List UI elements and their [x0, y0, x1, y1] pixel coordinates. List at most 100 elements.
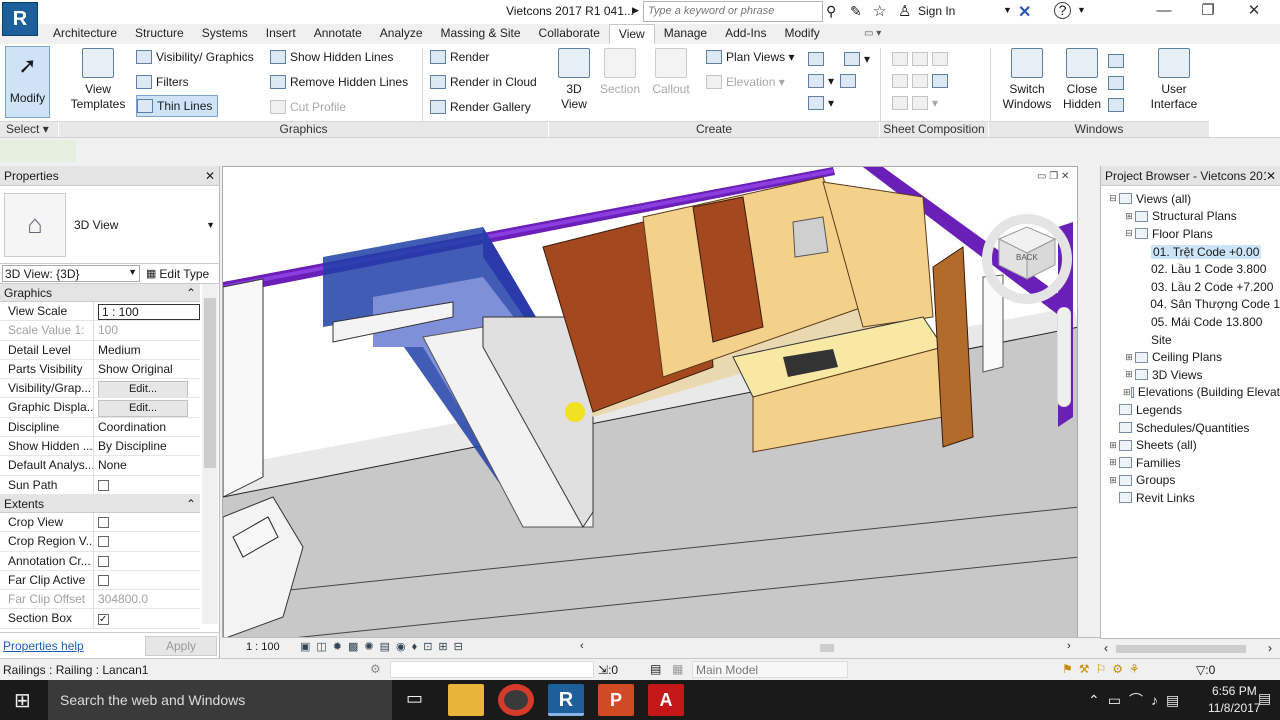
tab-annotate[interactable]: Annotate	[305, 24, 371, 44]
switch-windows-button[interactable]: Switch Windows	[1000, 48, 1054, 112]
favorites-star-icon[interactable]: ☆	[873, 2, 886, 20]
help-icon[interactable]: ?	[1054, 2, 1071, 19]
apply-button[interactable]: Apply	[144, 635, 217, 656]
tab-modify[interactable]: Modify	[775, 24, 828, 44]
clock-date[interactable]: 11/8/2017	[1208, 701, 1261, 715]
browser-tree-item[interactable]: ⊞ Ceiling Plans	[1101, 348, 1280, 366]
browser-tree-item[interactable]: ⊞ Groups	[1101, 472, 1280, 490]
navigation-bar[interactable]	[1057, 307, 1071, 407]
property-row[interactable]: Visibility/Grap... Edit...	[0, 379, 200, 399]
close-properties-icon[interactable]: ✕	[205, 169, 215, 183]
visibility-graphics-button[interactable]: Visibility/ Graphics	[136, 46, 266, 68]
design-options-dropdown[interactable]: Main Model	[692, 661, 848, 678]
close-window-button[interactable]: ✕	[1232, 0, 1276, 24]
search-input[interactable]: Type a keyword or phrase	[643, 1, 823, 22]
close-browser-icon[interactable]: ✕	[1266, 169, 1276, 183]
sheet-icon[interactable]	[892, 52, 908, 66]
section-button[interactable]: Section	[598, 48, 642, 97]
property-row[interactable]: Far Clip Active	[0, 570, 200, 591]
viewports-icon[interactable]	[912, 96, 928, 110]
subscription-icon[interactable]: ✎	[850, 3, 862, 20]
property-edit-button[interactable]: Edit...	[98, 381, 188, 398]
property-row[interactable]: Parts Visibility Show Original	[0, 359, 200, 380]
guide-grid-icon[interactable]	[912, 74, 928, 88]
viewcube-back-label[interactable]: BACK	[1016, 253, 1038, 262]
show-hidden-lines-button[interactable]: Show Hidden Lines	[270, 46, 420, 68]
browser-tree-item[interactable]: 03. Lầu 2 Code +7.200	[1101, 278, 1280, 296]
system-tray-icons[interactable]: ⌃▭⌒♪▤	[1088, 690, 1187, 710]
windows-start-icon[interactable]: ⊞	[14, 688, 31, 713]
property-edit-button[interactable]: Edit...	[98, 400, 188, 417]
tab-add-ins[interactable]: Add-Ins	[716, 24, 775, 44]
sign-in-dropdown-icon[interactable]: ▼	[1003, 5, 1012, 15]
autocad-icon[interactable]: A	[648, 684, 684, 716]
elevation-button[interactable]: Elevation ▾	[706, 71, 806, 93]
type-selector[interactable]: ⌂ 3D View ▼	[0, 186, 219, 264]
property-row[interactable]: Crop View	[0, 512, 200, 533]
close-hidden-button[interactable]: Close Hidden	[1058, 48, 1106, 112]
browser-scroll-left-icon[interactable]: ‹	[1104, 641, 1108, 655]
filters-button[interactable]: Filters	[136, 71, 266, 93]
property-checkbox[interactable]	[98, 516, 109, 528]
title-block-icon[interactable]	[932, 52, 948, 66]
instance-selector[interactable]: 3D View: {3D} ▼	[2, 265, 140, 282]
h-scrollbar-thumb[interactable]	[820, 644, 834, 652]
3d-view-button[interactable]: 3D View	[554, 48, 594, 112]
tab-collaborate[interactable]: Collaborate	[530, 24, 609, 44]
exchange-x-icon[interactable]: ✕	[1018, 2, 1031, 22]
browser-tree-item[interactable]: ⊞ 3D Views	[1101, 366, 1280, 384]
browser-tree-item[interactable]: 05. Mái Code 13.800	[1101, 313, 1280, 331]
tree-expander-icon[interactable]: ⊞	[1107, 440, 1119, 451]
h-scroll-right-icon[interactable]: ›	[1067, 640, 1071, 652]
cascade-button[interactable]	[1108, 72, 1128, 94]
browser-tree-item[interactable]: 04. Sân Thượng Code 1	[1101, 296, 1280, 314]
property-checkbox[interactable]	[98, 479, 109, 491]
chrome-icon[interactable]	[498, 684, 534, 716]
browser-scroll-right-icon[interactable]: ›	[1268, 641, 1272, 655]
browser-tree-item[interactable]: 01. Trệt Code +0.00	[1101, 243, 1280, 261]
properties-help-link[interactable]: Properties help	[3, 639, 84, 653]
view-reference-icon[interactable]	[892, 96, 908, 110]
scrollbar-thumb[interactable]	[204, 298, 216, 468]
help-dropdown-icon[interactable]: ▼	[1077, 5, 1086, 15]
property-checkbox[interactable]	[98, 555, 109, 567]
tree-expander-icon[interactable]: ⊟	[1123, 228, 1135, 239]
workset-dropdown[interactable]	[390, 661, 594, 678]
property-row[interactable]: Default Analys... None	[0, 456, 200, 476]
property-row[interactable]: Discipline Coordination	[0, 417, 200, 438]
property-row[interactable]: Detail Level Medium	[0, 340, 200, 360]
property-checkbox[interactable]	[98, 536, 109, 548]
tree-expander-icon[interactable]: ⊞	[1123, 352, 1135, 363]
user-icon[interactable]: ♙	[898, 2, 911, 20]
task-view-icon[interactable]: ▭	[406, 688, 423, 709]
model-drawing[interactable]	[223, 167, 1078, 638]
duplicate-view-button[interactable]: ▾	[808, 70, 872, 92]
browser-tree-item[interactable]: Legends	[1101, 401, 1280, 419]
view-scale-input[interactable]: 1 : 100	[98, 304, 200, 320]
binoculars-icon[interactable]: ⚲	[826, 3, 836, 20]
user-interface-button[interactable]: User Interface	[1146, 48, 1202, 112]
browser-tree-item[interactable]: ⊟ Views (all)	[1101, 190, 1280, 208]
thin-lines-button[interactable]: Thin Lines	[136, 95, 218, 117]
tree-expander-icon[interactable]: ⊞	[1107, 457, 1119, 468]
tab-analyze[interactable]: Analyze	[371, 24, 432, 44]
browser-tree-item[interactable]: ⊞ Families	[1101, 454, 1280, 472]
tab-structure[interactable]: Structure	[126, 24, 193, 44]
file-explorer-icon[interactable]	[448, 684, 484, 716]
design-option-icon[interactable]: ▦	[672, 662, 683, 676]
workset-icon[interactable]: ⚙	[370, 662, 381, 676]
graphics-section-header[interactable]: Graphics ⌃	[0, 284, 200, 302]
browser-h-thumb[interactable]	[1116, 645, 1246, 653]
browser-tree-item[interactable]: Site	[1101, 331, 1280, 349]
selection-toggle-icons[interactable]: ⚑⚒⚐⚙⚘	[1062, 662, 1146, 676]
tree-expander-icon[interactable]: ⊞	[1107, 475, 1119, 486]
tree-expander-icon[interactable]: ⊟	[1107, 193, 1119, 204]
render-in-cloud-button[interactable]: Render in Cloud	[430, 71, 550, 93]
filter-count-text[interactable]: ▽:0	[1196, 663, 1215, 677]
matchline-icon[interactable]	[932, 74, 948, 88]
sign-in-link[interactable]: Sign In	[918, 4, 955, 18]
powerpoint-icon[interactable]: P	[598, 684, 634, 716]
browser-tree-item[interactable]: Revit Links	[1101, 489, 1280, 507]
tab-systems[interactable]: Systems	[193, 24, 257, 44]
remove-hidden-lines-button[interactable]: Remove Hidden Lines	[270, 71, 420, 93]
